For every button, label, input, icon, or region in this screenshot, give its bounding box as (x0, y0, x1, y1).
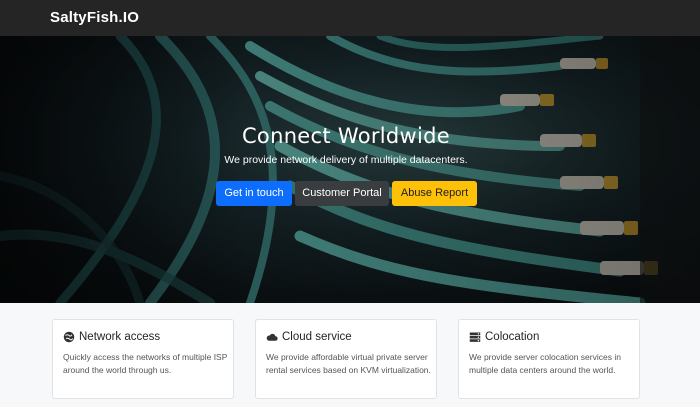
server-icon (469, 332, 481, 342)
globe-icon (63, 331, 75, 343)
feature-card-cloud-service: Cloud service We provide affordable virt… (255, 319, 437, 399)
hero-title: Connect Worldwide (241, 124, 451, 148)
feature-card-network-access: Network access Quickly access the networ… (52, 319, 234, 399)
feature-description: We provide affordable virtual private se… (266, 352, 431, 375)
feature-description: Quickly access the networks of multiple … (63, 352, 228, 375)
hero-overlay (0, 36, 700, 303)
brand-logo-text[interactable]: SaltyFish.IO (50, 9, 139, 26)
feature-title: Network access (79, 331, 161, 343)
top-navbar: SaltyFish.IO (0, 0, 700, 36)
get-in-touch-button[interactable]: Get in touch (216, 181, 292, 206)
hero-banner: Connect Worldwide We provide network del… (0, 36, 700, 303)
abuse-report-button[interactable]: Abuse Report (392, 181, 477, 206)
cloud-icon (266, 333, 278, 341)
hero-subtitle: We provide network delivery of multiple … (224, 154, 468, 166)
feature-title: Colocation (485, 331, 540, 343)
feature-title: Cloud service (282, 331, 352, 343)
feature-description: We provide server colocation services in… (469, 352, 621, 375)
feature-card-colocation: Colocation We provide server colocation … (458, 319, 640, 399)
features-section: Network access Quickly access the networ… (0, 303, 700, 407)
customer-portal-button[interactable]: Customer Portal (295, 181, 389, 206)
